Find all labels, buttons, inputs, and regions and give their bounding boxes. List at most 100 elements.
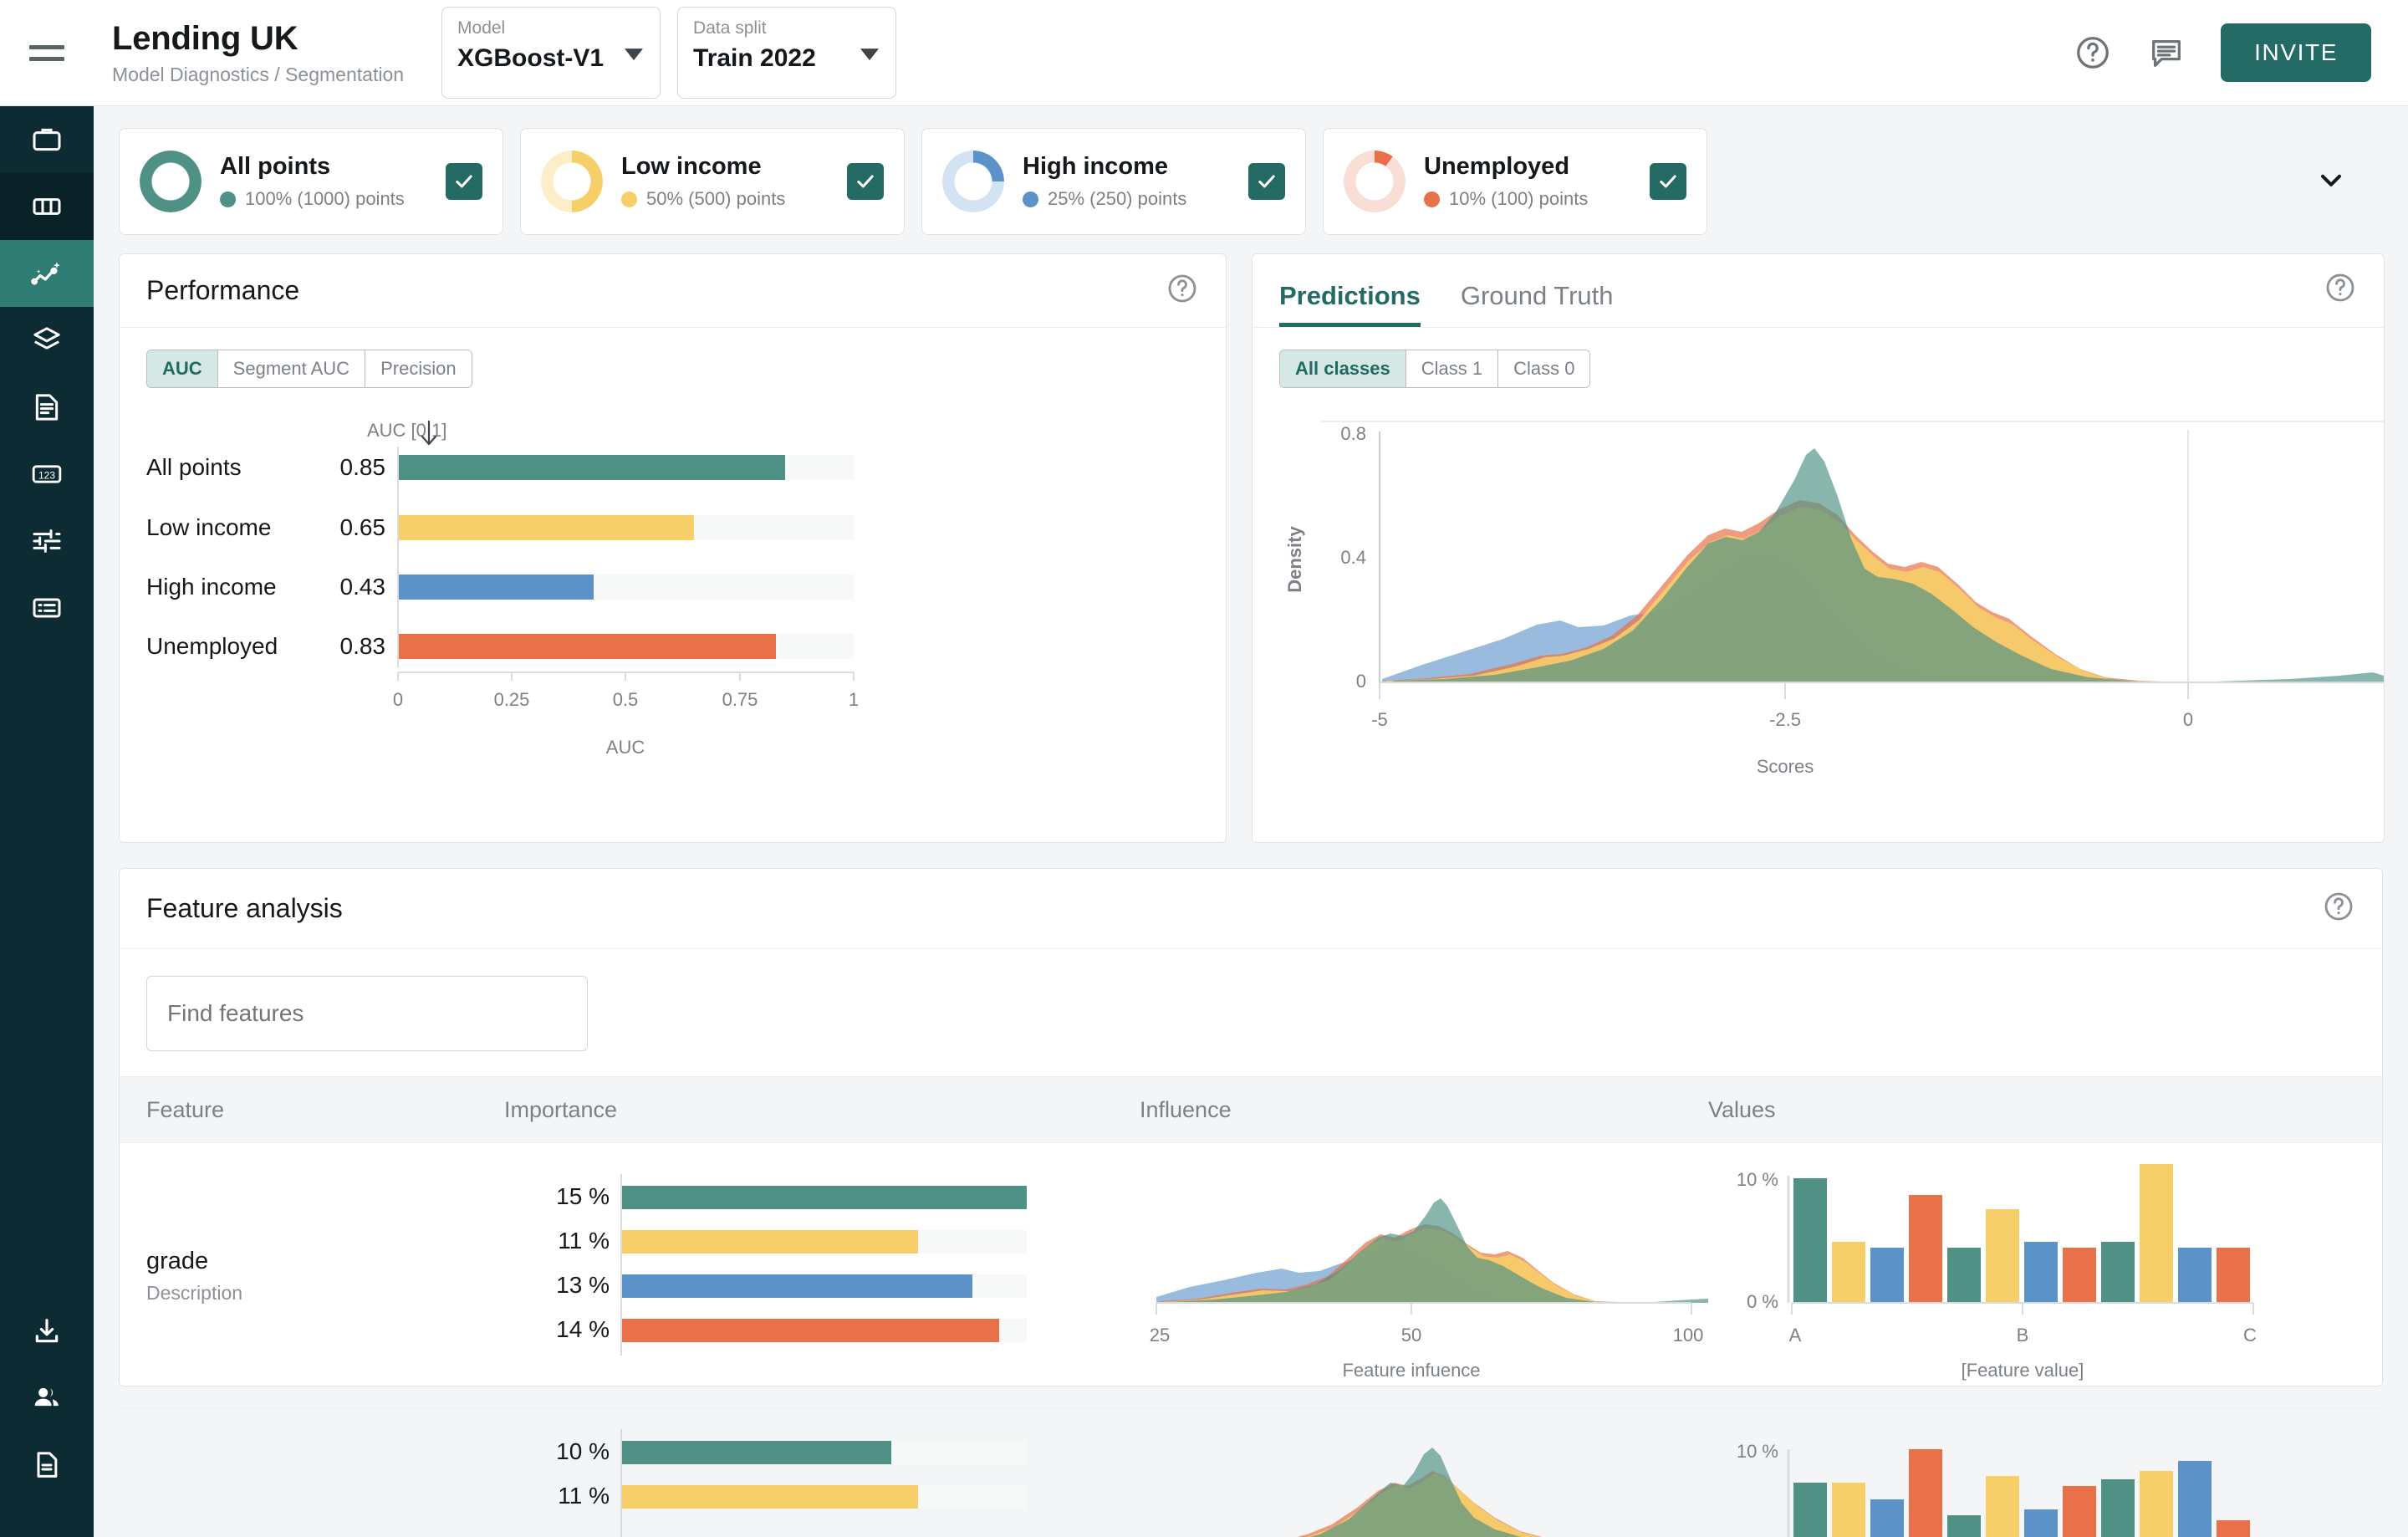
title-block: Lending UK Model Diagnostics / Segmentat…: [112, 20, 404, 86]
top-bar-actions: INVITE: [2074, 23, 2408, 82]
segment-card-high-income[interactable]: High income 25% (250) points: [921, 128, 1306, 235]
donut-icon: [140, 151, 202, 212]
bar-category-high-income: High income: [146, 574, 277, 600]
predictions-panel: Predictions Ground Truth All classes Cla…: [1252, 253, 2385, 843]
donut-icon: [942, 151, 1004, 212]
bar-category-all-points: All points: [146, 454, 242, 480]
class-tab-all[interactable]: All classes: [1280, 350, 1406, 387]
sidebar-item-report[interactable]: [0, 374, 94, 441]
chevron-down-icon[interactable]: [2314, 163, 2348, 201]
model-select-value: XGBoost-V1: [457, 44, 605, 72]
sidebar-item-users[interactable]: [0, 1365, 94, 1432]
data-split-select-value: Train 2022: [693, 44, 816, 72]
bar-value-all-points: 0.85: [340, 454, 386, 480]
importance-value-unemployed: 14 %: [556, 1316, 610, 1342]
class-tab-class-1[interactable]: Class 1: [1406, 350, 1499, 387]
sidebar-item-download[interactable]: [0, 1298, 94, 1365]
segment-color-dot: [220, 191, 236, 207]
svg-text:123: 123: [38, 469, 55, 481]
values-ytick-10: 10 %: [1737, 1169, 1778, 1190]
segment-checkbox[interactable]: [847, 163, 884, 200]
segment-checkbox[interactable]: [1248, 163, 1285, 200]
segment-color-dot: [1424, 191, 1440, 207]
breadcrumb: Model Diagnostics / Segmentation: [112, 63, 405, 85]
class-tab-class-0[interactable]: Class 0: [1498, 350, 1590, 387]
type-importance-value-all-points: 10 %: [556, 1438, 610, 1464]
metric-tab-precision[interactable]: Precision: [365, 350, 472, 387]
xtick-075: 0.75: [722, 689, 758, 710]
sidebar-item-file[interactable]: [0, 1432, 94, 1499]
ytick-0: 0: [1356, 671, 1366, 692]
type-importance-value-low-income: 11 %: [558, 1483, 610, 1509]
comment-icon[interactable]: [2147, 33, 2186, 72]
bar-value-low-income: 0.65: [340, 514, 386, 540]
help-circle-icon[interactable]: [2074, 33, 2112, 72]
influence-xtick-50: 50: [1401, 1325, 1421, 1346]
xtick-zero: 0: [2183, 709, 2193, 730]
search-input[interactable]: [146, 976, 588, 1051]
xaxis-title: Scores: [1757, 756, 1814, 777]
metric-tab-auc[interactable]: AUC: [147, 350, 218, 387]
segment-card-low-income[interactable]: Low income 50% (500) points: [520, 128, 905, 235]
sidebar-item-numbers[interactable]: 123: [0, 441, 94, 508]
table-row[interactable]: type 10 % 11 % 10 %: [120, 1409, 2382, 1537]
segment-points: 50% (500) points: [646, 188, 786, 209]
xaxis-title: AUC: [606, 737, 645, 758]
bar-all-points: [398, 455, 785, 480]
sidebar-item-list-panel[interactable]: [0, 574, 94, 641]
model-select-label: Model: [457, 18, 506, 38]
sidebar-item-layers[interactable]: [0, 307, 94, 374]
feature-description: Description: [146, 1281, 243, 1304]
data-split-select[interactable]: Data split Train 2022: [677, 7, 897, 99]
metric-tab-segment-auc[interactable]: Segment AUC: [217, 350, 366, 387]
predictions-density-chart: 0.8 0.4 0 Density -5 -2.5 0 Scores: [1284, 421, 2384, 777]
invite-button[interactable]: INVITE: [2221, 23, 2371, 82]
type-values-ytick-10: 10 %: [1737, 1441, 1778, 1462]
help-circle-icon[interactable]: [1166, 272, 1199, 309]
grade-importance-chart: 15 % 11 % 13 % 14 %: [556, 1173, 1027, 1356]
class-toggle-group: All classes Class 1 Class 0: [1279, 350, 1591, 388]
tab-ground-truth[interactable]: Ground Truth: [1461, 281, 1614, 327]
feature-name: grade: [146, 1247, 209, 1274]
type-values-bars: [1793, 1449, 2250, 1537]
segment-color-dot: [1023, 191, 1038, 207]
metric-toggle-group: AUC Segment AUC Precision: [146, 350, 472, 388]
segment-checkbox[interactable]: [446, 163, 482, 200]
segment-checkbox[interactable]: [1650, 163, 1686, 200]
main-content: All points 100% (1000) points Low income…: [94, 106, 2408, 1537]
feature-cell: grade Description: [120, 1248, 504, 1305]
feature-analysis-panel: Feature analysis Feature Importance Infl…: [119, 868, 2383, 1537]
type-importance-chart: 10 % 11 %: [556, 1429, 1027, 1537]
sidebar-item-diagnostics[interactable]: [0, 240, 94, 307]
chevron-down-icon: [860, 49, 880, 61]
values-xtick-c: C: [2243, 1325, 2257, 1346]
predictions-tabs: Predictions Ground Truth: [1252, 254, 2384, 328]
values-xtick-a: A: [1789, 1325, 1802, 1346]
xtick-neg25: -2.5: [1769, 709, 1801, 730]
segment-card-all-points[interactable]: All points 100% (1000) points: [119, 128, 503, 235]
model-select[interactable]: Model XGBoost-V1: [441, 7, 661, 99]
sidebar-item-settings[interactable]: [0, 508, 94, 574]
donut-icon: [541, 151, 603, 212]
sidebar-item-briefcase[interactable]: [0, 106, 94, 173]
feature-analysis-title: Feature analysis: [146, 893, 343, 923]
type-values-chart: 10 %: [1737, 1441, 2250, 1537]
xtick-neg5: -5: [1371, 709, 1388, 730]
influence-xtick-100: 100: [1673, 1325, 1704, 1346]
bar-value-high-income: 0.43: [340, 574, 386, 600]
sidebar-item-columns[interactable]: [0, 173, 94, 240]
segment-card-unemployed[interactable]: Unemployed 10% (100) points: [1323, 128, 1707, 235]
tab-predictions[interactable]: Predictions: [1279, 281, 1421, 327]
segment-points: 25% (250) points: [1048, 188, 1187, 209]
xtick-025: 0.25: [494, 689, 530, 710]
grade-values-chart: 10 % 0 % A B C [Feature value]: [1737, 1163, 2257, 1381]
table-row[interactable]: grade Description 15 % 11 % 13 % 14 % 25…: [120, 1143, 2382, 1409]
segment-name: High income: [1023, 153, 1169, 180]
xtick-0: 0: [393, 689, 403, 710]
values-ytick-0: 0 %: [1747, 1291, 1778, 1312]
help-circle-icon[interactable]: [2324, 271, 2357, 309]
menu-icon[interactable]: [0, 44, 94, 61]
help-circle-icon[interactable]: [2322, 890, 2355, 927]
column-header-importance: Importance: [504, 1096, 618, 1122]
bar-category-unemployed: Unemployed: [146, 633, 278, 659]
